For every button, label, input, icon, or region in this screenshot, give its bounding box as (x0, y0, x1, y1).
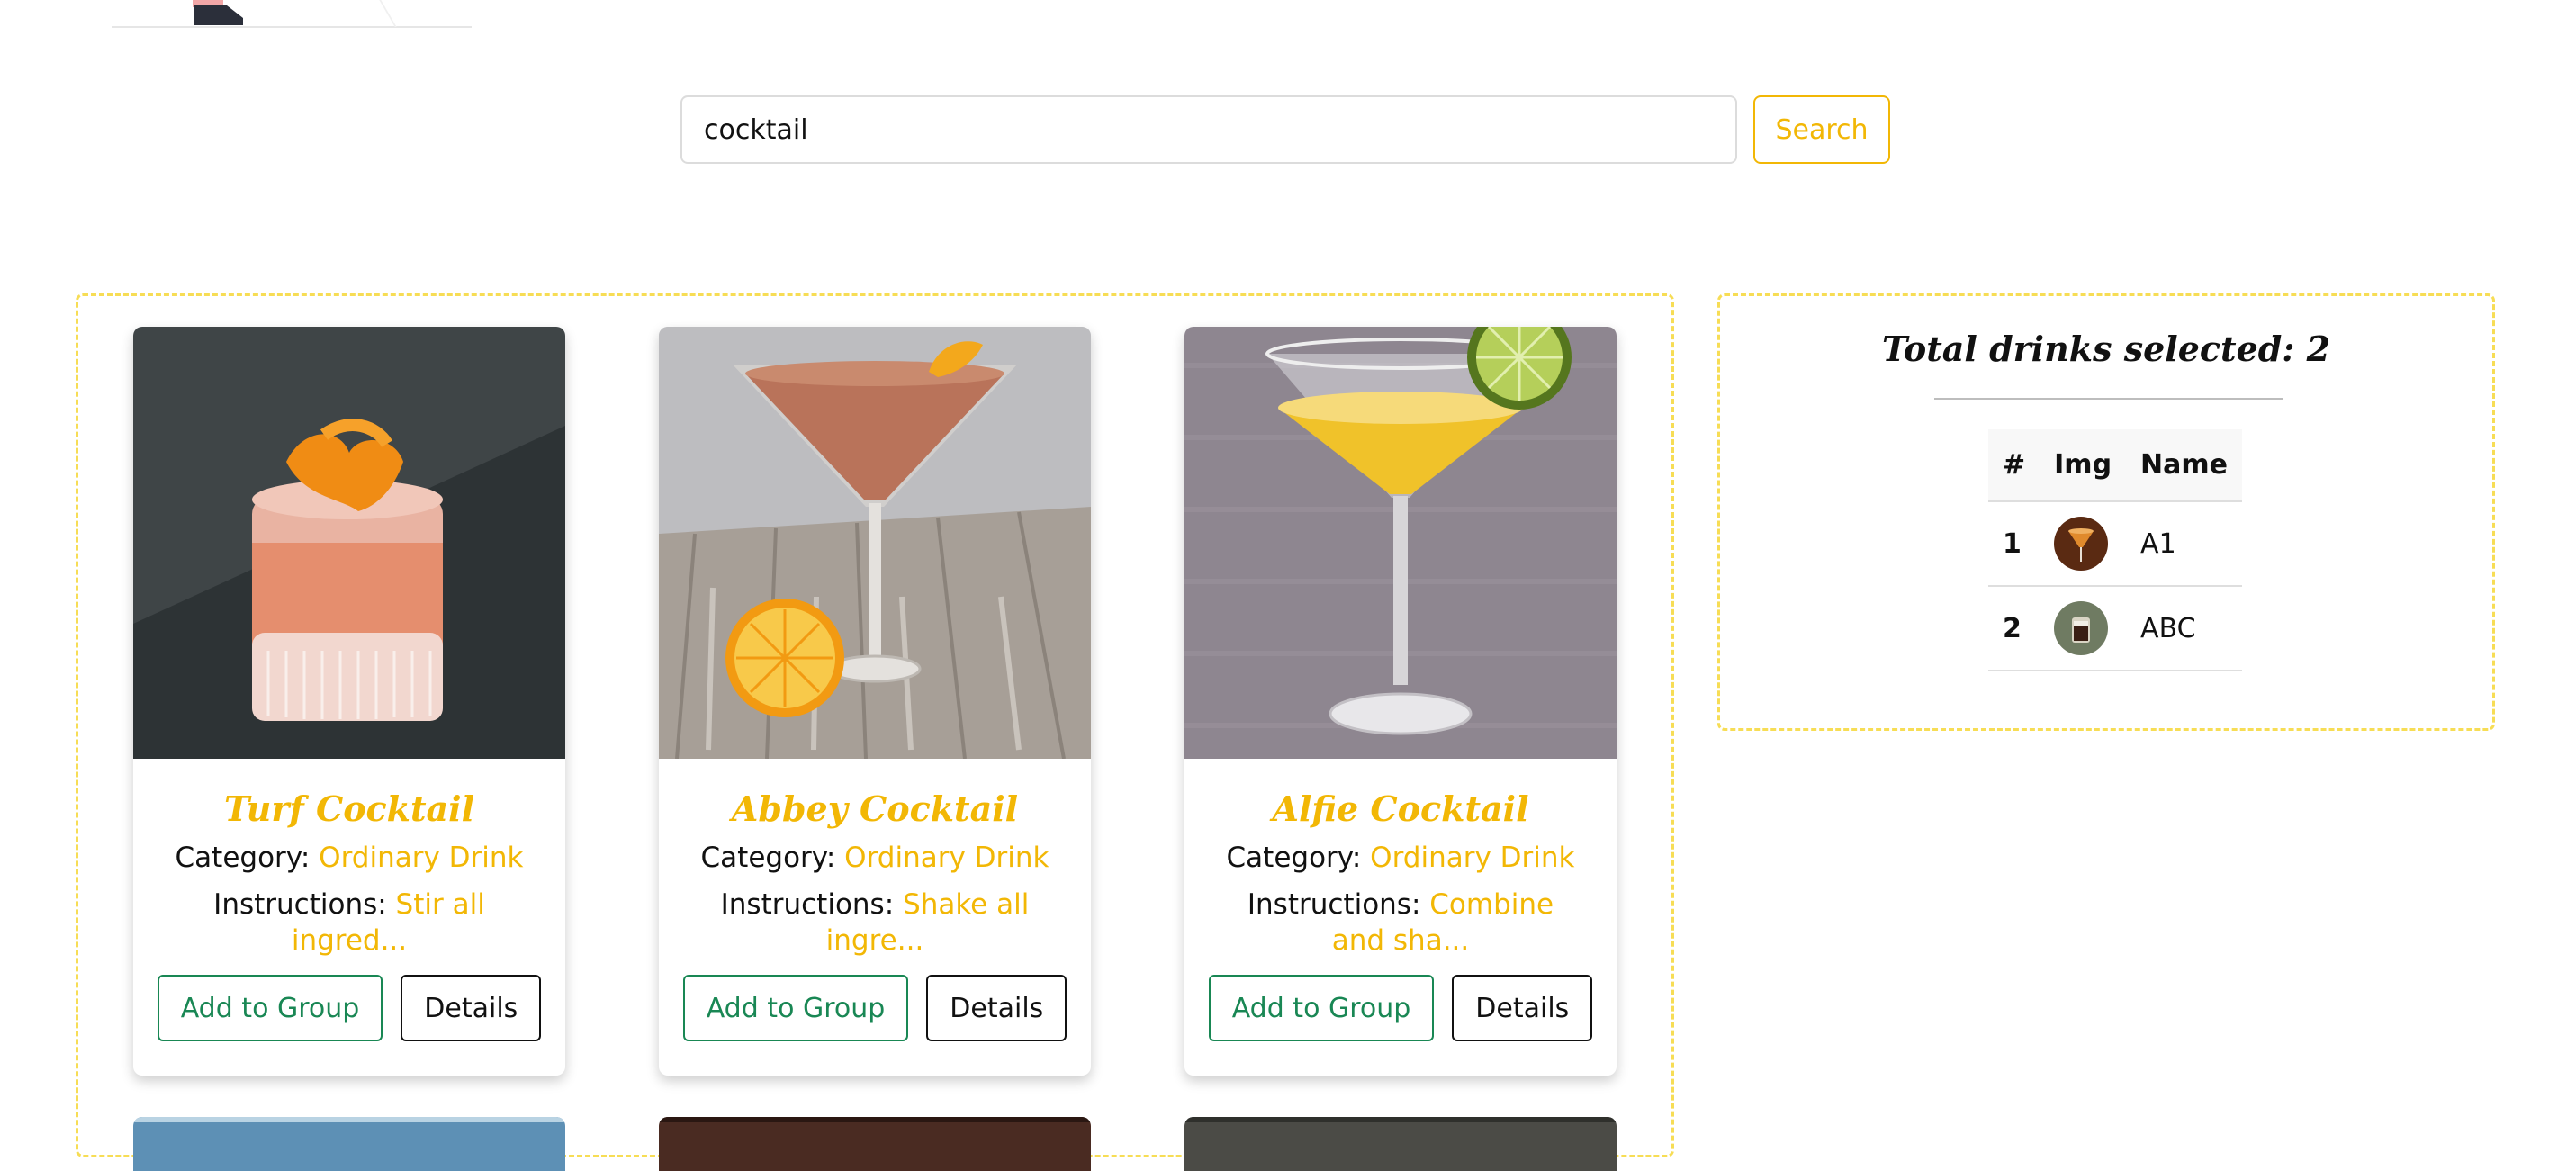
drink-thumbnail (2054, 601, 2109, 655)
drink-instructions: Instructions: Combine and sha... (1184, 887, 1617, 959)
add-to-group-button[interactable]: Add to Group (157, 975, 383, 1041)
selected-drinks-panel: Total drinks selected: 2 # Img Name 1 A1… (1717, 293, 2495, 731)
drink-photo (133, 327, 565, 759)
illustration-line (379, 0, 397, 27)
details-button[interactable]: Details (401, 975, 542, 1041)
table-row: 1 A1 (1988, 501, 2243, 587)
drink-instructions: Instructions: Shake all ingre... (659, 887, 1091, 959)
category-label: Category: (175, 842, 311, 874)
drink-card: Turf Cocktail Category: Ordinary Drink I… (133, 327, 565, 1076)
search-button[interactable]: Search (1753, 95, 1890, 164)
card-actions: Add to Group Details (133, 975, 565, 1041)
details-button[interactable]: Details (926, 975, 1067, 1041)
card-actions: Add to Group Details (659, 975, 1091, 1041)
category-label: Category: (1226, 842, 1362, 874)
drink-card-partial (133, 1117, 565, 1171)
selected-count-title: Total drinks selected: 2 (1881, 329, 2331, 369)
instructions-label: Instructions: (1247, 888, 1421, 921)
drink-card-partial (1184, 1117, 1617, 1171)
drink-name: Alfie Cocktail (1272, 788, 1529, 829)
drink-instructions: Instructions: Stir all ingred... (133, 887, 565, 959)
row-image-cell (2040, 586, 2127, 671)
table-row: 2 ABC (1988, 586, 2243, 671)
instructions-label: Instructions: (213, 888, 387, 921)
drink-results-panel: Turf Cocktail Category: Ordinary Drink I… (76, 293, 1674, 1171)
drink-card: Abbey Cocktail Category: Ordinary Drink … (659, 327, 1091, 1076)
drink-thumbnail (2054, 517, 2109, 571)
drink-name: Turf Cocktail (223, 788, 475, 829)
drink-photo (659, 327, 1091, 759)
table-header-row: # Img Name (1988, 429, 2243, 502)
column-header-number: # (1988, 429, 2040, 502)
drink-category: Category: Ordinary Drink (133, 840, 565, 876)
drink-card-partial (659, 1117, 1091, 1171)
column-header-img: Img (2040, 429, 2127, 502)
row-name: A1 (2126, 501, 2243, 587)
drink-photo (1184, 327, 1617, 759)
search-bar: Search (680, 95, 1890, 164)
hero-illustration (112, 0, 472, 28)
drink-name: Abbey Cocktail (731, 788, 1019, 829)
divider (1934, 398, 2283, 400)
selected-drinks-table: # Img Name 1 A1 2 ABC (1988, 429, 2243, 671)
add-to-group-button[interactable]: Add to Group (1208, 975, 1435, 1041)
row-name: ABC (2126, 586, 2243, 671)
category-value: Ordinary Drink (319, 842, 524, 874)
row-number: 2 (1988, 586, 2040, 671)
details-button[interactable]: Details (1452, 975, 1593, 1041)
search-input[interactable] (680, 95, 1737, 164)
row-image-cell (2040, 501, 2127, 587)
drink-card: Alfie Cocktail Category: Ordinary Drink … (1184, 327, 1617, 1076)
column-header-name: Name (2126, 429, 2243, 502)
category-value: Ordinary Drink (1370, 842, 1575, 874)
drink-category: Category: Ordinary Drink (1184, 840, 1617, 876)
illustration-shoe (193, 0, 243, 25)
instructions-label: Instructions: (720, 888, 895, 921)
drink-category: Category: Ordinary Drink (659, 840, 1091, 876)
category-value: Ordinary Drink (844, 842, 1049, 874)
card-actions: Add to Group Details (1184, 975, 1617, 1041)
row-number: 1 (1988, 501, 2040, 587)
add-to-group-button[interactable]: Add to Group (682, 975, 909, 1041)
category-label: Category: (700, 842, 836, 874)
